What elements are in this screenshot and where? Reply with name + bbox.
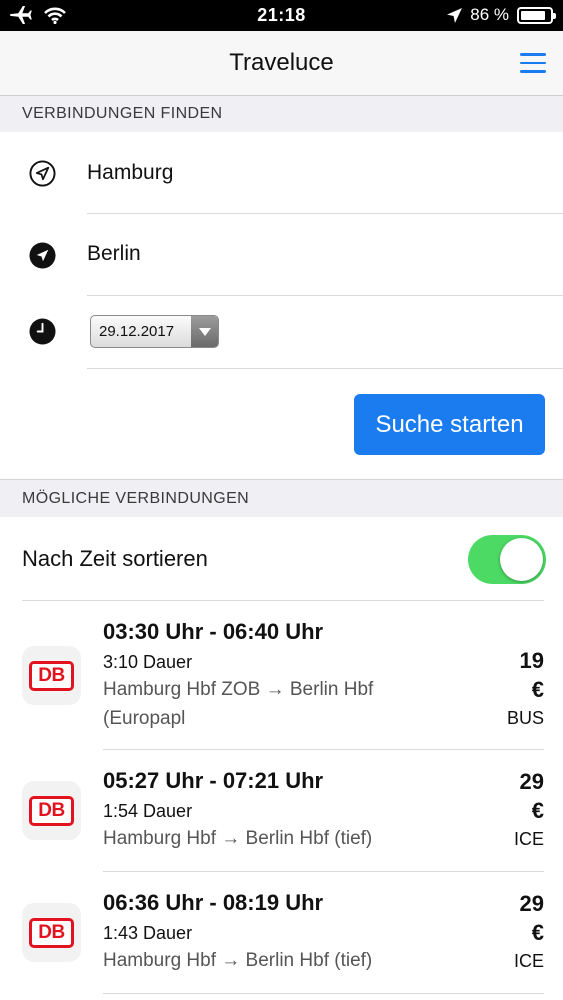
connection-currency: € <box>531 798 544 823</box>
app-title: Traveluce <box>229 49 334 76</box>
connection-type: BUS <box>506 708 544 728</box>
date-value: 29.12.2017 <box>99 323 175 340</box>
status-right: 86 % <box>447 5 556 25</box>
battery-fill <box>521 10 546 20</box>
date-select[interactable]: 29.12.2017 <box>90 315 219 348</box>
divider <box>87 295 563 296</box>
search-section-header: VERBINDUNGEN FINDEN <box>0 96 563 132</box>
hamburger-menu-icon[interactable] <box>520 53 546 73</box>
connection-route: Hamburg Hbf → Berlin Hbf (tief) <box>103 950 373 971</box>
sort-by-time-toggle[interactable] <box>468 535 546 584</box>
to-field[interactable]: Berlin <box>87 242 141 266</box>
connection-currency: € <box>531 677 544 702</box>
divider <box>103 993 544 994</box>
connection-duration: 1:43 Dauer <box>103 923 193 943</box>
connection-duration: 3:10 Dauer <box>103 652 193 672</box>
navigation-arrow-outline-icon <box>29 160 56 187</box>
connection-item[interactable]: DB 06:36 Uhr - 08:19 Uhr 1:43 Dauer Hamb… <box>0 872 563 994</box>
results-section-header: MÖGLICHE VERBINDUNGEN <box>0 479 563 517</box>
connection-price: 29 <box>519 891 544 916</box>
battery-percent: 86 % <box>470 5 509 24</box>
connection-route-continued: (Europapl <box>103 708 186 729</box>
connection-item[interactable]: DB 03:30 Uhr - 06:40 Uhr 3:10 Dauer Hamb… <box>0 601 563 750</box>
connection-currency: € <box>531 920 544 945</box>
search-button[interactable]: Suche starten <box>354 394 545 455</box>
connection-route: Hamburg Hbf ZOB → Berlin Hbf <box>103 679 374 700</box>
connection-price: 29 <box>519 769 544 794</box>
from-field[interactable]: Hamburg <box>87 161 173 185</box>
navigation-bar: Traveluce <box>0 31 563 96</box>
status-bar: 21:18 86 % <box>0 0 563 31</box>
location-arrow-icon <box>447 7 463 23</box>
db-logo-icon: DB <box>22 781 81 840</box>
connection-type: ICE <box>513 829 544 849</box>
navigation-arrow-filled-icon <box>29 242 56 269</box>
connection-times: 06:36 Uhr - 08:19 Uhr <box>103 890 324 915</box>
connection-route: Hamburg Hbf → Berlin Hbf (tief) <box>103 828 373 849</box>
toggle-knob <box>500 538 543 581</box>
db-logo-icon: DB <box>22 646 81 705</box>
clock-icon <box>29 318 56 345</box>
to-row[interactable]: Berlin <box>0 214 563 296</box>
connection-duration: 1:54 Dauer <box>103 801 193 821</box>
connection-item[interactable]: DB 05:27 Uhr - 07:21 Uhr 1:54 Dauer Hamb… <box>0 750 563 872</box>
connection-price: 19 <box>519 648 544 673</box>
battery-icon <box>517 6 556 24</box>
divider <box>87 368 563 369</box>
connection-times: 05:27 Uhr - 07:21 Uhr <box>103 768 324 793</box>
from-row[interactable]: Hamburg <box>0 132 563 214</box>
connection-times: 03:30 Uhr - 06:40 Uhr <box>103 619 324 644</box>
dropdown-arrow-icon <box>191 316 218 347</box>
connection-type: ICE <box>513 951 544 971</box>
sort-label: Nach Zeit sortieren <box>22 546 208 571</box>
db-logo-icon: DB <box>22 903 81 962</box>
